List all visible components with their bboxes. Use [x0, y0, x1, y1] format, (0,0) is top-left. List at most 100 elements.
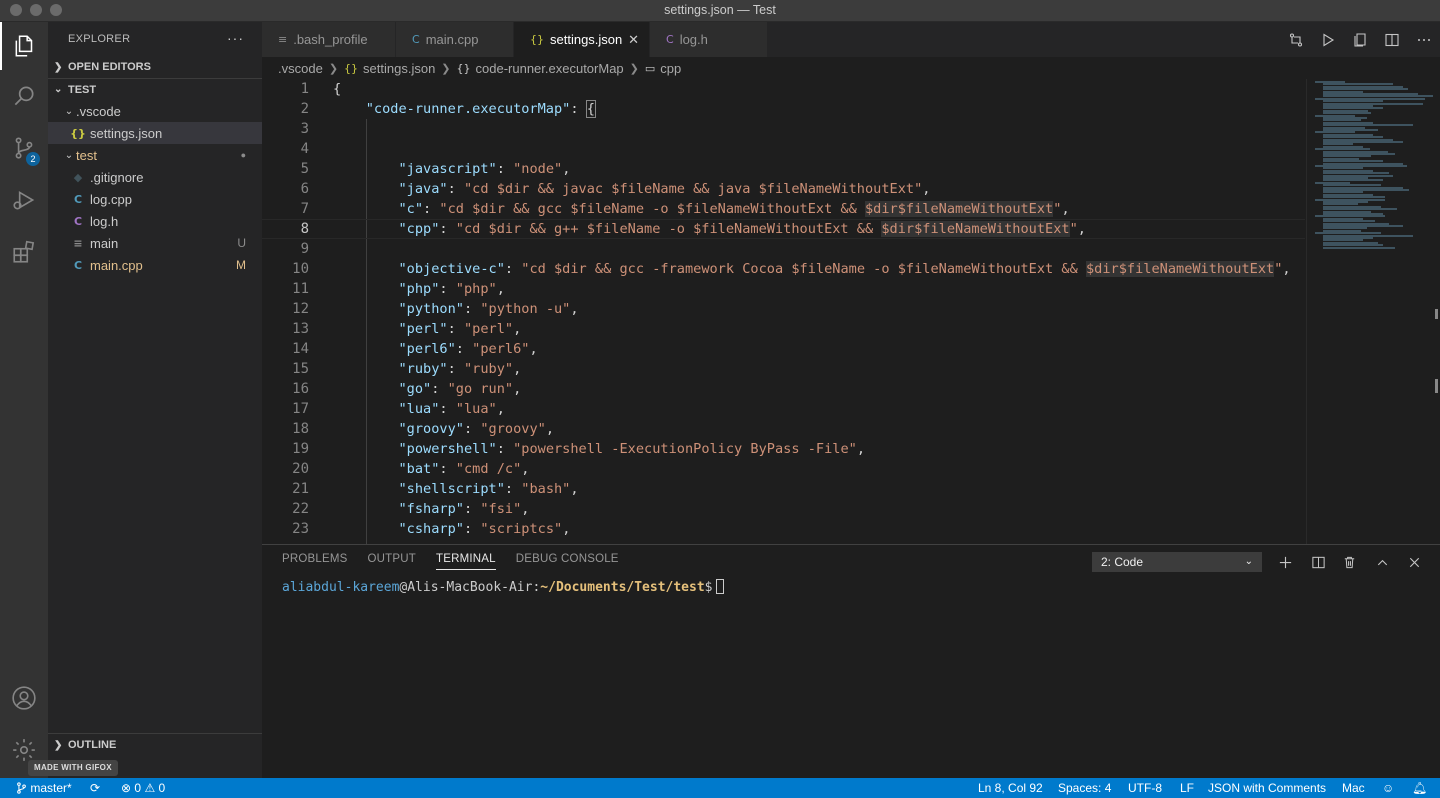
tree-file-gitignore[interactable]: ◆ .gitignore: [48, 166, 262, 188]
tree-file-settings-json[interactable]: {} settings.json: [48, 122, 262, 144]
tab-bash-profile[interactable]: ≡ .bash_profile: [262, 22, 396, 57]
string-value: "ruby": [463, 361, 514, 377]
code-line[interactable]: "perl6": "perl6",: [333, 339, 1303, 359]
terminal-select[interactable]: 2: Code ⌄: [1092, 552, 1262, 572]
line-number: 15: [292, 361, 309, 377]
json-key: "go": [398, 381, 432, 397]
open-changes-icon[interactable]: [1280, 22, 1312, 57]
explorer-icon[interactable]: [0, 22, 48, 70]
minimap-line: [1323, 246, 1395, 249]
breadcrumb-item[interactable]: .vscode: [278, 61, 323, 76]
tab-log-h[interactable]: C log.h: [650, 22, 768, 57]
extensions-icon[interactable]: [0, 228, 48, 276]
json-file-icon: {}: [530, 33, 544, 46]
code-line[interactable]: "java": "cd $dir && javac $fileName && j…: [333, 179, 1303, 199]
chevron-down-icon: ⌄: [64, 105, 74, 117]
branch-status[interactable]: master*: [16, 778, 72, 798]
code-line[interactable]: "bat": "cmd /c",: [333, 459, 1303, 479]
scrollbar-thumb[interactable]: [1435, 379, 1438, 393]
workspace-section[interactable]: ⌄ TEST: [48, 78, 262, 100]
code-line[interactable]: "lua": "lua",: [333, 399, 1303, 419]
search-icon[interactable]: [0, 72, 48, 120]
code-line[interactable]: "perl": "perl",: [333, 319, 1303, 339]
code-line[interactable]: "php": "php",: [333, 279, 1303, 299]
string-value: ": [1274, 261, 1283, 277]
code-line[interactable]: [333, 139, 1303, 159]
json-key: "code-runner.executorMap": [365, 101, 571, 117]
source-control-icon[interactable]: 2: [0, 124, 48, 172]
kill-terminal-icon[interactable]: [1338, 551, 1360, 573]
accounts-icon[interactable]: [0, 674, 48, 722]
open-settings-ui-icon[interactable]: [1344, 22, 1376, 57]
minimap[interactable]: [1306, 79, 1433, 544]
encoding-status[interactable]: UTF-8: [1128, 778, 1162, 798]
cpp-file-icon: C: [412, 33, 420, 46]
terminal-prompt[interactable]: aliabdul-kareem@Alis-MacBook-Air:~/Docum…: [282, 579, 724, 595]
breadcrumb-item[interactable]: code-runner.executorMap: [476, 61, 624, 76]
feedback-icon[interactable]: ☺: [1382, 778, 1394, 798]
split-editor-icon[interactable]: [1376, 22, 1408, 57]
tab-output[interactable]: OUTPUT: [368, 553, 416, 570]
code-line[interactable]: "shellscript": "bash",: [333, 479, 1303, 499]
tab-problems[interactable]: PROBLEMS: [282, 553, 348, 570]
string-value: "powershell -ExecutionPolicy ByPass -Fil…: [513, 441, 857, 457]
problems-status[interactable]: ⊗ 0 ⚠ 0: [121, 778, 165, 798]
code-line[interactable]: "javascript": "node",: [333, 159, 1303, 179]
modified-dot-icon: ●: [240, 150, 246, 160]
sync-icon[interactable]: ⟳: [90, 778, 100, 798]
tree-folder-test[interactable]: ⌄ test ●: [48, 144, 262, 166]
split-terminal-icon[interactable]: [1307, 551, 1329, 573]
code-line[interactable]: "powershell": "powershell -ExecutionPoli…: [333, 439, 1303, 459]
untracked-badge: U: [237, 236, 246, 250]
tab-main-cpp[interactable]: C main.cpp: [396, 22, 514, 57]
more-actions-icon[interactable]: ···: [227, 30, 244, 46]
tab-label: main.cpp: [425, 32, 479, 47]
indentation-status[interactable]: Spaces: 4: [1058, 778, 1111, 798]
code-line[interactable]: "groovy": "groovy",: [333, 419, 1303, 439]
code-line[interactable]: "objective-c": "cd $dir && gcc -framewor…: [333, 259, 1303, 279]
run-code-icon[interactable]: [1312, 22, 1344, 57]
tree-file-log-cpp[interactable]: C log.cpp: [48, 188, 262, 210]
notifications-bell-icon[interactable]: 🔔︎: [1412, 778, 1427, 798]
chevron-right-icon: ❯: [629, 62, 639, 75]
tab-settings-json[interactable]: {} settings.json ✕: [514, 22, 650, 57]
git-branch-icon: [17, 782, 26, 794]
eol-status[interactable]: LF: [1180, 778, 1194, 798]
open-editors-section[interactable]: ❯ OPEN EDITORS: [48, 56, 262, 78]
tree-file-main[interactable]: ≡ main U: [48, 232, 262, 254]
tree-file-main-cpp[interactable]: C main.cpp M: [48, 254, 262, 276]
code-editor[interactable]: 1 2 3 4 5 6 7 8 9 10 11 12 13 14 15 16 17 18 19 20 21 22 23 { …: [262, 79, 1440, 544]
outline-section[interactable]: ❯ OUTLINE: [48, 734, 262, 756]
code-line[interactable]: [333, 239, 1303, 259]
code-line[interactable]: "fsharp": "fsi",: [333, 499, 1303, 519]
code-line[interactable]: "c": "cd $dir && gcc $fileName -o $fileN…: [333, 199, 1303, 219]
tree-file-log-h[interactable]: C log.h: [48, 210, 262, 232]
code-line[interactable]: "go": "go run",: [333, 379, 1303, 399]
more-actions-icon[interactable]: [1408, 22, 1440, 57]
run-debug-icon[interactable]: [0, 176, 48, 224]
line-number: 14: [292, 341, 309, 357]
code-line[interactable]: "csharp": "scriptcs",: [333, 519, 1303, 539]
code-line[interactable]: [333, 119, 1303, 139]
code-line[interactable]: "cpp": "cd $dir && g++ $fileName -o $fil…: [262, 219, 1305, 239]
code-line[interactable]: "code-runner.executorMap": {: [333, 99, 1303, 119]
cursor-position[interactable]: Ln 8, Col 92: [978, 778, 1043, 798]
code-area[interactable]: { "code-runner.executorMap": { "javascri…: [262, 79, 1305, 539]
json-key: "javascript": [398, 161, 497, 177]
tab-terminal[interactable]: TERMINAL: [436, 553, 496, 570]
code-line[interactable]: {: [333, 79, 1303, 99]
tab-debug-console[interactable]: DEBUG CONSOLE: [516, 553, 619, 570]
close-tab-icon[interactable]: ✕: [628, 32, 639, 48]
close-panel-icon[interactable]: [1403, 551, 1425, 573]
code-line[interactable]: "python": "python -u",: [333, 299, 1303, 319]
status-bar: master* ⟳ ⊗ 0 ⚠ 0 Ln 8, Col 92 Spaces: 4…: [0, 778, 1440, 798]
maximize-panel-icon[interactable]: [1371, 551, 1393, 573]
language-mode[interactable]: JSON with Comments: [1208, 778, 1326, 798]
tab-label: .bash_profile: [293, 32, 368, 47]
tree-folder-vscode[interactable]: ⌄ .vscode: [48, 100, 262, 122]
platform-status[interactable]: Mac: [1342, 778, 1365, 798]
code-line[interactable]: "ruby": "ruby",: [333, 359, 1303, 379]
breadcrumb-item[interactable]: settings.json: [363, 61, 435, 76]
breadcrumb-item[interactable]: cpp: [660, 61, 681, 76]
new-terminal-icon[interactable]: [1274, 551, 1296, 573]
